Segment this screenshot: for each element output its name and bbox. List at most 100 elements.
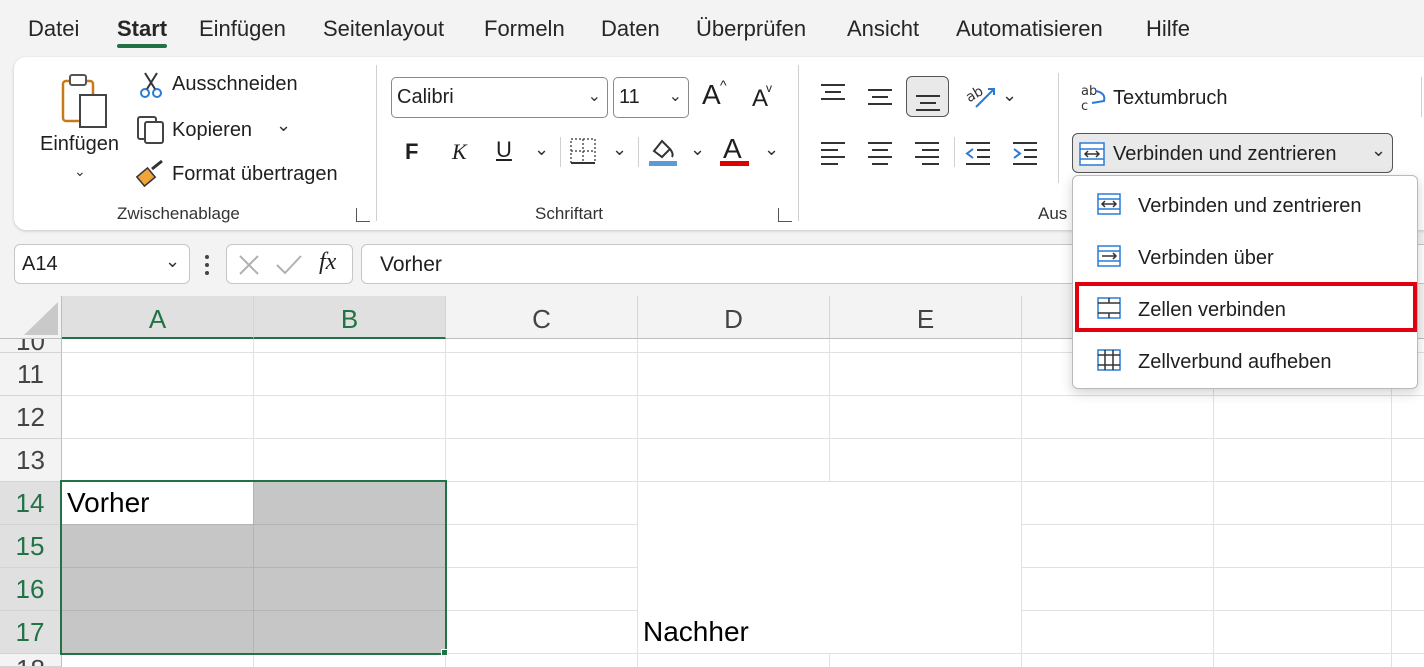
grow-font-button[interactable]: A — [702, 79, 721, 111]
align-left-icon[interactable] — [820, 141, 846, 165]
group-separator-2 — [798, 65, 799, 221]
row-header-12[interactable]: 12 — [0, 396, 62, 439]
font-name-combobox[interactable]: Calibri ⌄ — [391, 77, 608, 118]
row-header-17[interactable]: 17 — [0, 611, 62, 654]
align-top-icon[interactable] — [820, 83, 846, 105]
format-painter-icon — [136, 159, 166, 189]
formula-content: Vorher — [380, 253, 442, 276]
merge-center-icon — [1079, 142, 1105, 166]
alignment-separator-2 — [1058, 73, 1059, 183]
font-name-value: Calibri — [397, 86, 454, 108]
active-tab-indicator — [117, 44, 167, 48]
decrease-indent-icon[interactable] — [965, 141, 991, 165]
confirm-icon[interactable] — [275, 253, 303, 277]
tab-ansicht[interactable]: Ansicht — [847, 16, 919, 42]
italic-button[interactable]: K — [452, 139, 467, 165]
column-header-a[interactable]: A — [62, 296, 254, 339]
fill-handle[interactable] — [441, 649, 448, 656]
grid-line — [446, 524, 638, 525]
borders-chevron-icon[interactable]: ⌄ — [612, 139, 627, 160]
format-painter-button[interactable]: Format übertragen — [172, 163, 338, 186]
column-header-d[interactable]: D — [638, 296, 830, 339]
menu-item-merge-across[interactable]: Verbinden über — [1073, 232, 1417, 282]
font-separator-2 — [638, 137, 639, 167]
grid-line — [637, 339, 638, 667]
row-header-16[interactable]: 16 — [0, 568, 62, 611]
cut-button[interactable]: Ausschneiden — [172, 73, 298, 96]
align-bottom-button[interactable] — [906, 76, 949, 117]
align-right-icon[interactable] — [914, 141, 940, 165]
shrink-caret-icon: v — [766, 81, 772, 95]
row-header-14[interactable]: 14 — [0, 482, 62, 525]
grid-line — [446, 610, 638, 611]
grid-line — [1022, 610, 1424, 611]
copy-icon — [136, 115, 166, 145]
column-header-b[interactable]: B — [254, 296, 446, 339]
column-header-e[interactable]: E — [830, 296, 1022, 339]
group-separator — [376, 65, 377, 221]
font-size-value: 11 — [619, 86, 640, 108]
cancel-icon[interactable] — [237, 253, 261, 277]
svg-text:ab: ab — [964, 83, 986, 106]
svg-text:c: c — [1081, 99, 1088, 113]
row-header-15[interactable]: 15 — [0, 525, 62, 568]
tab-hilfe[interactable]: Hilfe — [1146, 16, 1190, 42]
font-color-chevron-icon[interactable]: ⌄ — [764, 139, 779, 160]
insert-function-button[interactable]: fx — [319, 249, 336, 276]
cell-d14-merged[interactable]: Nachher — [643, 616, 749, 648]
merge-across-icon — [1097, 245, 1121, 267]
tab-einfuegen[interactable]: Einfügen — [199, 16, 286, 42]
menu-item-unmerge-cells[interactable]: Zellverbund aufheben — [1073, 336, 1417, 386]
tab-automatisieren[interactable]: Automatisieren — [956, 16, 1103, 42]
menu-item-label: Verbinden über — [1138, 247, 1274, 269]
tab-datei[interactable]: Datei — [28, 16, 79, 42]
increase-indent-icon[interactable] — [1012, 141, 1038, 165]
font-launcher-icon[interactable] — [778, 208, 792, 222]
tab-formeln[interactable]: Formeln — [484, 16, 565, 42]
grid-line — [446, 567, 638, 568]
merge-center-button[interactable]: Verbinden und zentrieren ⌄ — [1072, 133, 1393, 173]
name-box[interactable]: A14 ⌄ — [14, 244, 190, 284]
row-header-11[interactable]: 11 — [0, 353, 62, 396]
column-header-c[interactable]: C — [446, 296, 638, 339]
row-header-18[interactable]: 18 — [0, 654, 62, 667]
svg-text:ab: ab — [1081, 84, 1097, 99]
copy-button[interactable]: Kopieren — [172, 119, 252, 142]
tab-ueberpruefen[interactable]: Überprüfen — [696, 16, 806, 42]
unmerge-cells-icon — [1097, 349, 1121, 371]
align-center-icon[interactable] — [867, 141, 893, 165]
menu-item-label: Verbinden und zentrieren — [1138, 195, 1362, 217]
merge-center-label: Verbinden und zentrieren — [1113, 143, 1337, 165]
paste-dropdown-chevron-icon[interactable]: ⌄ — [74, 163, 86, 180]
clipboard-launcher-icon[interactable] — [356, 208, 370, 222]
fill-color-icon[interactable] — [648, 135, 678, 167]
borders-icon[interactable] — [569, 137, 597, 165]
paste-icon[interactable] — [60, 71, 110, 131]
tab-seitenlayout[interactable]: Seitenlayout — [323, 16, 444, 42]
fill-color-chevron-icon[interactable]: ⌄ — [690, 139, 705, 160]
font-size-combobox[interactable]: 11 ⌄ — [613, 77, 689, 118]
orientation-icon[interactable]: ab — [964, 79, 998, 113]
tab-start[interactable]: Start — [117, 16, 167, 42]
orientation-chevron-icon[interactable]: ⌄ — [1002, 85, 1017, 106]
name-box-chevron-icon[interactable]: ⌄ — [165, 251, 180, 272]
grid-line — [1022, 524, 1424, 525]
align-middle-icon[interactable] — [867, 88, 893, 110]
paste-button[interactable]: Einfügen — [40, 133, 119, 156]
copy-dropdown-chevron-icon[interactable]: ⌄ — [276, 115, 291, 136]
cell-a14[interactable]: Vorher — [67, 487, 150, 519]
formula-actions: fx — [226, 244, 353, 284]
formula-bar-grip-icon[interactable] — [204, 254, 210, 276]
bold-button[interactable]: F — [405, 139, 418, 165]
underline-chevron-icon[interactable]: ⌄ — [534, 139, 549, 160]
grid-line — [62, 438, 1424, 439]
underline-button[interactable]: U — [496, 137, 512, 163]
select-all-corner[interactable] — [0, 296, 62, 339]
wrap-text-button[interactable]: Textumbruch — [1113, 87, 1228, 110]
menu-item-merge-center[interactable]: Verbinden und zentrieren — [1073, 180, 1417, 230]
font-size-chevron-icon: ⌄ — [668, 88, 682, 105]
tab-daten[interactable]: Daten — [601, 16, 660, 42]
grid-line — [1022, 567, 1424, 568]
row-header-13[interactable]: 13 — [0, 439, 62, 482]
row-header-10[interactable]: 10 — [0, 339, 62, 353]
